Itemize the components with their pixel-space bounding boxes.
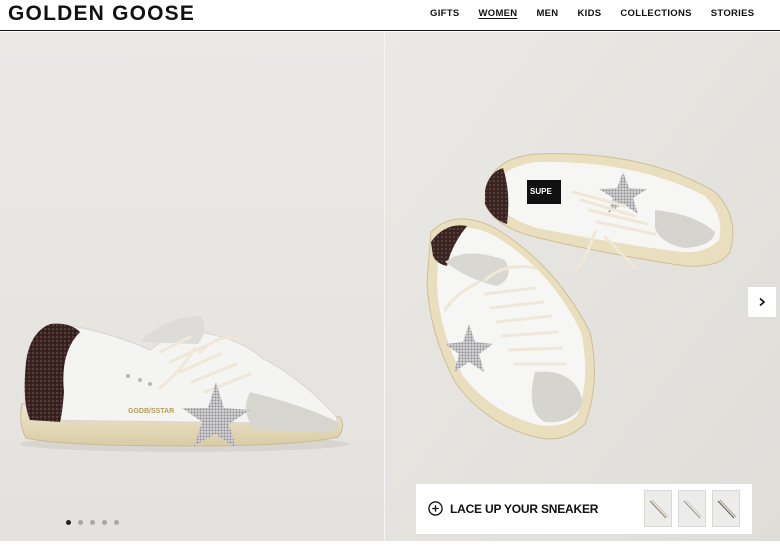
brand-logo[interactable]: GOLDEN GOOSE [8, 2, 195, 26]
carousel-dot-4[interactable] [102, 520, 107, 525]
carousel-next-button[interactable] [747, 286, 777, 318]
chevron-right-icon [759, 297, 766, 307]
lace-thumbnail-3[interactable] [712, 490, 740, 527]
nav-item-men[interactable]: MEN [536, 8, 558, 19]
nav-item-gifts[interactable]: GIFTS [430, 8, 459, 19]
lace-thumbnail-1-image [649, 499, 669, 519]
nav-item-collections[interactable]: COLLECTIONS [620, 8, 691, 19]
nav-item-kids[interactable]: KIDS [577, 8, 601, 19]
carousel-dot-3[interactable] [90, 520, 95, 525]
lace-thumbnail-1[interactable] [644, 490, 672, 527]
lace-up-card[interactable]: LACE UP YOUR SNEAKER [416, 484, 752, 534]
carousel-dot-2[interactable] [78, 520, 83, 525]
product-image-side-view[interactable]: GGDB/SSTAR [0, 32, 384, 541]
site-header: GOLDEN GOOSE GIFTS WOMEN MEN KIDS COLLEC… [0, 0, 780, 31]
carousel-dot-1[interactable] [66, 520, 71, 525]
main-nav: GIFTS WOMEN MEN KIDS COLLECTIONS STORIES [430, 8, 754, 19]
lace-thumbnail-2-image [683, 499, 703, 519]
shoe-tongue-text: SUPE [530, 187, 552, 196]
plus-circle-icon [428, 501, 443, 516]
lace-thumbnail-3-image [717, 499, 737, 519]
carousel-dots [66, 520, 119, 525]
lace-up-label[interactable]: LACE UP YOUR SNEAKER [450, 502, 598, 516]
product-image-top-view[interactable]: SUPE [385, 32, 780, 541]
nav-item-stories[interactable]: STORIES [711, 8, 755, 19]
lace-thumbnail-2[interactable] [678, 490, 706, 527]
sneaker-side-illustration: GGDB/SSTAR [0, 32, 384, 541]
carousel-dot-5[interactable] [114, 520, 119, 525]
shoe-side-print: GGDB/SSTAR [128, 408, 174, 415]
nav-item-women[interactable]: WOMEN [478, 8, 517, 19]
sneaker-pair-illustration: SUPE [385, 32, 780, 541]
